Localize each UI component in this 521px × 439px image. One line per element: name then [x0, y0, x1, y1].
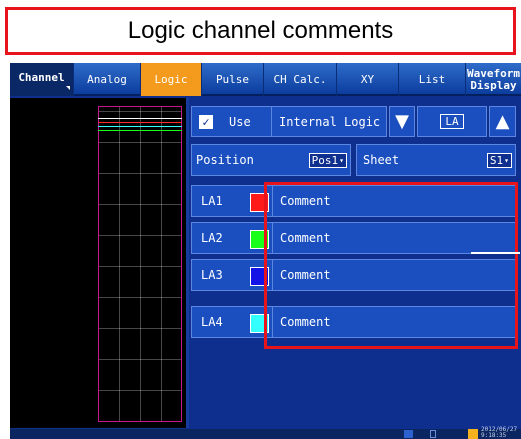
sheet-label: Sheet [363, 153, 400, 167]
tab-analog[interactable]: Analog [74, 63, 141, 96]
tab-pulse[interactable]: Pulse [202, 63, 264, 96]
waveform-grid [98, 106, 182, 422]
prev-unit-button[interactable]: ▼ [389, 106, 415, 137]
tab-waveform-display-line2: Display [470, 78, 517, 92]
tab-analog-label: Analog [87, 73, 127, 86]
use-label: Use [229, 114, 251, 129]
status-time: 9:18:35 [481, 432, 507, 439]
sheet-select[interactable]: Sheet S1 ▾ [356, 144, 516, 176]
comment-highlight-frame [264, 182, 518, 349]
tab-ch-calc[interactable]: CH Calc. [264, 63, 337, 96]
channel-label: LA2 [201, 231, 223, 245]
triangle-down-icon: ▼ [395, 111, 409, 132]
source-select[interactable]: Internal Logic [271, 106, 387, 137]
checkbox-checked-icon: ✓ [199, 114, 213, 129]
corner-marker-icon [66, 86, 70, 90]
source-value: Internal Logic [279, 114, 381, 129]
trace-la2 [98, 130, 182, 131]
unit-field[interactable]: LA [417, 106, 487, 137]
tab-list[interactable]: List [399, 63, 466, 96]
tab-logic-label: Logic [154, 73, 188, 86]
power-icon [468, 429, 478, 439]
trace-la4 [98, 126, 182, 127]
use-checkbox[interactable]: ✓ Use [191, 106, 275, 137]
tab-channel-label: Channel [18, 71, 65, 84]
callout-line [471, 252, 520, 254]
unit-value: LA [440, 114, 464, 129]
status-datetime: 2012/06/27 9:18:35 [481, 427, 517, 439]
position-select[interactable]: Position Pos1 ▾ [191, 144, 351, 176]
sheet-dropdown[interactable]: S1 ▾ [486, 152, 512, 168]
channel-label: LA1 [201, 194, 223, 208]
tab-ch-calc-label: CH Calc. [273, 73, 327, 86]
tab-xy-label: XY [360, 73, 375, 86]
tab-waveform-display[interactable]: Waveform Display [466, 63, 521, 96]
memory-icon [430, 430, 436, 438]
tab-logic[interactable]: Logic [141, 63, 202, 96]
panel-divider [186, 98, 189, 428]
position-dropdown[interactable]: Pos1 ▾ [308, 152, 347, 168]
trace-la1 [98, 122, 182, 123]
tab-channel[interactable]: Channel [10, 63, 74, 96]
status-bar [10, 429, 521, 439]
position-label: Position [196, 153, 254, 167]
channel-label: LA4 [201, 315, 223, 329]
tab-waveform-display-line1: Waveform [467, 66, 520, 80]
caption-title: Logic channel comments [5, 7, 516, 55]
channel-label: LA3 [201, 268, 223, 282]
waveform-area [10, 98, 186, 428]
trace-white [98, 118, 182, 119]
position-value: Pos1 [311, 153, 339, 167]
storage-icon [404, 430, 413, 438]
triangle-up-icon: ▲ [495, 111, 510, 132]
sheet-value: S1 [489, 153, 504, 167]
dropdown-arrow-icon: ▾ [339, 155, 344, 165]
next-unit-button[interactable]: ▲ [489, 106, 516, 137]
tab-list-label: List [418, 73, 446, 86]
tab-bar: Channel Analog Logic Pulse CH Calc. XY L… [10, 63, 521, 96]
tab-xy[interactable]: XY [337, 63, 399, 96]
tab-pulse-label: Pulse [215, 73, 250, 86]
dropdown-arrow-icon: ▾ [504, 155, 509, 165]
